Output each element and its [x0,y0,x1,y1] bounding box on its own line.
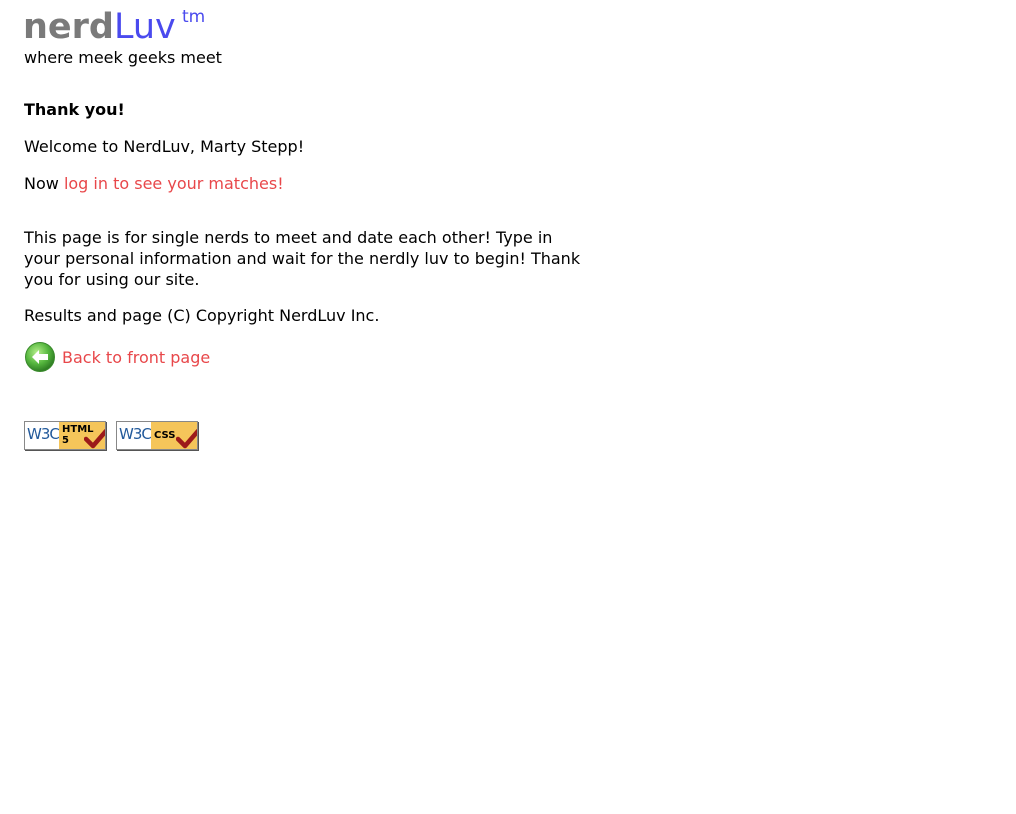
site-tagline: where meek geeks meet [24,48,222,67]
back-to-front-page[interactable]: Back to front page [24,341,210,373]
w3c-html5-badge[interactable]: W3C HTML 5 [24,421,106,450]
w3c-logo-text: W3C [27,425,60,443]
w3c-logo-text: W3C [119,425,152,443]
page-heading: Thank you! [24,100,125,119]
logo-trademark: tm [182,7,206,27]
intro-paragraph: This page is for single nerds to meet an… [24,228,581,289]
welcome-message: Welcome to NerdLuv, Marty Stepp! [24,137,305,156]
logo-luv-text: Luv [113,7,176,47]
login-link[interactable]: log in to see your matches! [64,174,284,193]
login-prefix: Now [24,174,59,193]
logo-nerd-text: nerd [23,7,114,47]
checkmark-icon [84,428,105,449]
back-link-label[interactable]: Back to front page [62,348,210,367]
badge-label-line1: CSS [154,430,176,441]
login-prompt: Now log in to see your matches! [24,174,284,194]
site-logo: nerdLuv tm [23,4,205,50]
back-arrow-icon[interactable] [24,341,56,373]
copyright-text: Results and page (C) Copyright NerdLuv I… [24,306,380,325]
validator-badges: W3C HTML 5 W3C CSS [24,421,198,450]
checkmark-icon [176,428,197,449]
w3c-css-badge[interactable]: W3C CSS [116,421,198,450]
